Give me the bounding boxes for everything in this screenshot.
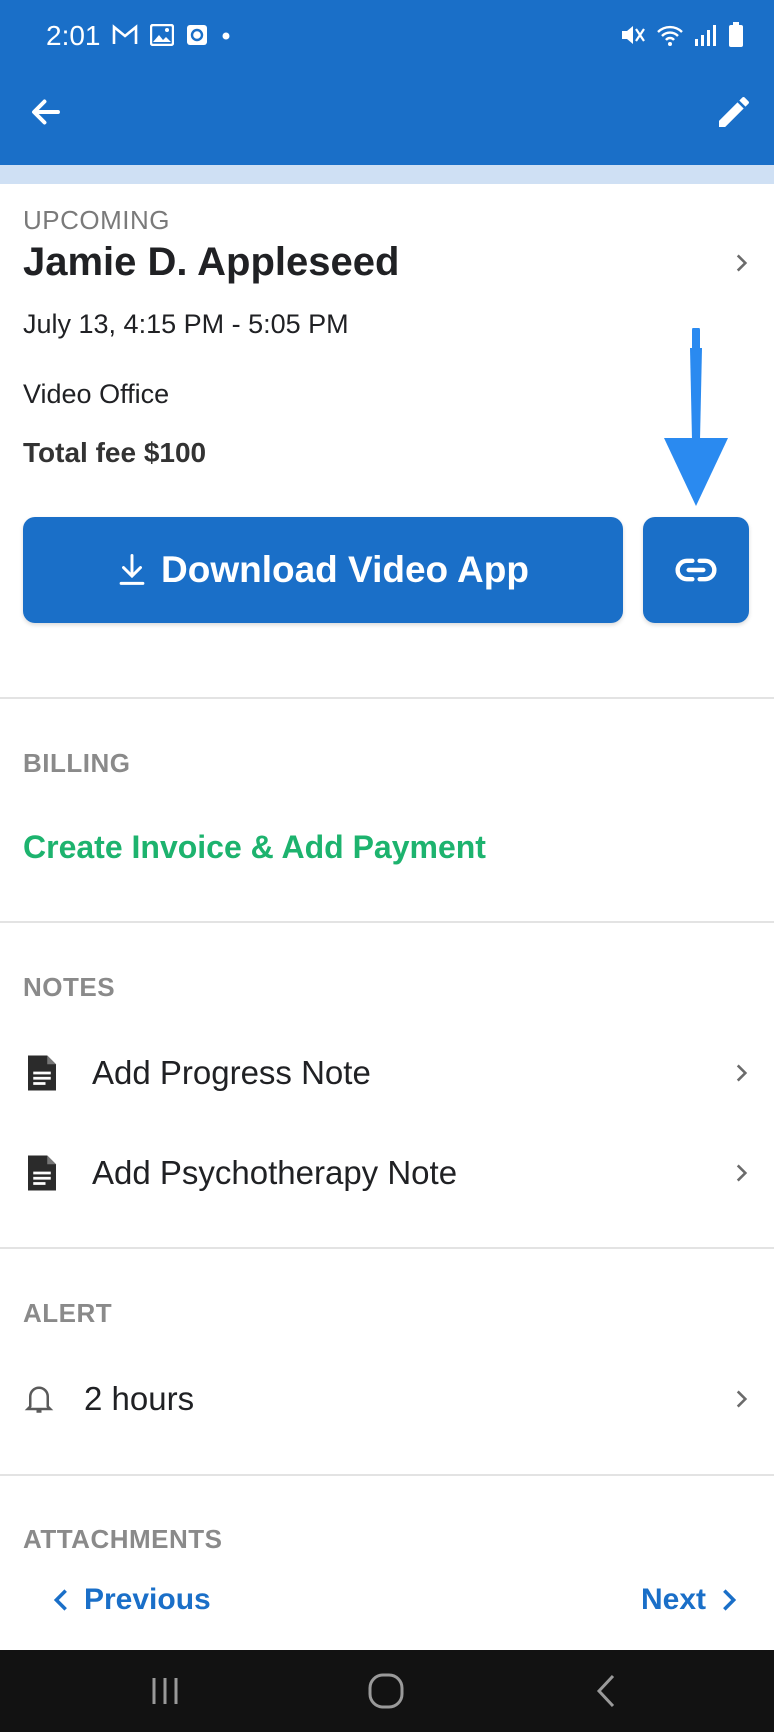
section-divider — [0, 1247, 774, 1249]
section-divider — [0, 697, 774, 699]
previous-label: Previous — [84, 1583, 211, 1616]
alert-row[interactable]: 2 hours — [0, 1359, 774, 1439]
back-button[interactable] — [22, 88, 70, 136]
system-back-icon — [596, 1674, 615, 1708]
section-divider — [0, 1474, 774, 1476]
appointment-fee: Total fee $100 — [23, 437, 207, 468]
bell-icon — [24, 1382, 54, 1416]
annotation-arrow-icon — [664, 328, 728, 506]
download-video-app-button[interactable]: Download Video App — [23, 517, 623, 623]
create-invoice-link[interactable]: Create Invoice & Add Payment — [23, 829, 486, 866]
client-name[interactable]: Jamie D. Appleseed — [23, 240, 399, 285]
system-navigation-bar — [0, 1650, 774, 1732]
chevron-right-icon — [736, 1064, 748, 1082]
home-button[interactable] — [360, 1670, 412, 1712]
appointment-location: Video Office — [23, 379, 170, 409]
signal-icon — [695, 25, 716, 46]
alert-header: ALERT — [23, 1298, 113, 1328]
gallery-icon — [150, 24, 174, 46]
system-back-button[interactable] — [584, 1670, 628, 1712]
section-divider — [0, 921, 774, 923]
gmail-icon — [112, 24, 138, 44]
document-icon — [24, 1052, 60, 1094]
download-icon — [119, 553, 145, 585]
arrow-left-icon — [32, 99, 60, 125]
recent-apps-button[interactable] — [140, 1670, 190, 1712]
home-icon — [368, 1673, 404, 1709]
wifi-icon — [657, 25, 683, 46]
chevron-right-icon — [736, 1164, 748, 1182]
mute-icon — [622, 26, 645, 44]
chevron-right-icon — [723, 1589, 737, 1611]
notification-icons — [112, 24, 232, 46]
next-button[interactable]: Next — [641, 1583, 740, 1617]
app-bar-shadow — [0, 165, 774, 184]
status-time: 2:01 — [46, 20, 101, 51]
next-label: Next — [640, 1583, 706, 1616]
previous-button[interactable]: Previous — [50, 1583, 211, 1617]
app-bar: 2:01 — [0, 0, 774, 165]
battery-icon — [729, 22, 743, 47]
chevron-left-icon — [53, 1589, 67, 1611]
add-progress-note-row[interactable]: Add Progress Note — [0, 1033, 774, 1113]
edit-button[interactable] — [708, 86, 760, 138]
pencil-icon — [719, 97, 749, 127]
notes-header: NOTES — [23, 972, 116, 1002]
copy-video-link-button[interactable] — [643, 517, 749, 623]
attachments-header: ATTACHMENTS — [23, 1524, 223, 1554]
appointment-datetime: July 13, 4:15 PM - 5:05 PM — [23, 309, 349, 339]
calendar-app-icon — [187, 25, 207, 45]
add-progress-note-label: Add Progress Note — [92, 1054, 371, 1091]
chevron-right-icon — [736, 1390, 748, 1408]
add-psychotherapy-note-row[interactable]: Add Psychotherapy Note — [0, 1133, 774, 1213]
chevron-right-icon[interactable] — [728, 250, 754, 276]
dot-icon — [222, 32, 230, 40]
add-psychotherapy-note-label: Add Psychotherapy Note — [92, 1154, 458, 1191]
appointment-status: UPCOMING — [23, 205, 170, 235]
system-status-icons — [620, 22, 744, 48]
alert-value: 2 hours — [84, 1380, 195, 1417]
download-video-app-label: Download Video App — [161, 549, 529, 590]
document-icon — [24, 1152, 60, 1194]
bottom-navigation: Previous Next — [0, 1553, 774, 1650]
billing-header: BILLING — [23, 748, 131, 778]
recent-apps-icon — [152, 1678, 178, 1704]
link-icon — [675, 558, 717, 582]
